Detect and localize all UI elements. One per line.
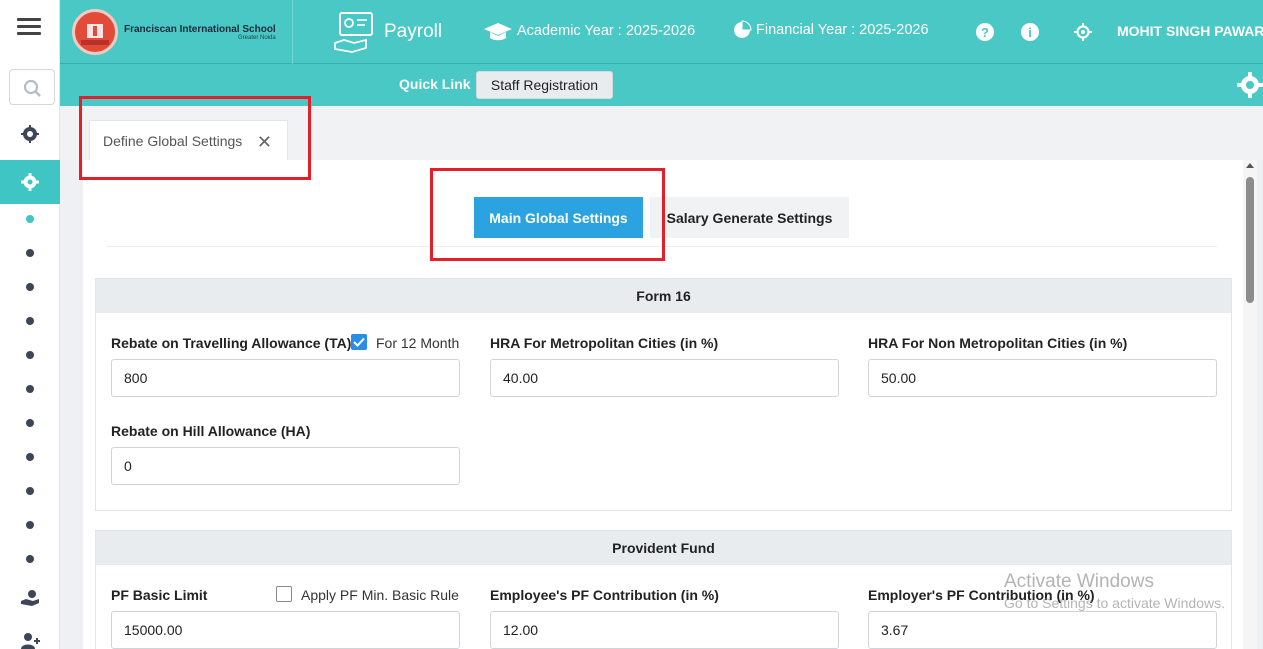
submenu-dot-8[interactable] [26,453,34,461]
school-name: Franciscan International School [124,23,276,35]
submenu-dot-4[interactable] [26,317,34,325]
submenu-dot-9[interactable] [26,487,34,495]
page-tab-strip: Define Global Settings ✕ [60,106,1263,161]
user-menu[interactable]: MOHIT SINGH PAWAR ▾ [1117,23,1263,39]
pf-basic-limit-label: PF Basic Limit [111,587,208,603]
provident-fund-title: Provident Fund [96,531,1231,565]
academic-year[interactable]: Academic Year : 2025-2026 [483,20,695,42]
divider [107,246,1217,247]
ta-12-month-label: For 12 Month [376,335,460,351]
menu-icon[interactable] [17,18,41,38]
sidebar-item-add-user[interactable] [0,624,60,649]
employee-pf-label: Employee's PF Contribution (in %) [490,587,719,603]
help-icon[interactable]: ? [976,23,994,41]
form16-title: Form 16 [96,279,1231,313]
hand-money-icon [21,590,39,606]
settings-gear-icon [21,173,39,191]
hra-nonmetro-label: HRA For Non Metropolitan Cities (in %) [868,335,1128,351]
pf-basic-limit-input[interactable] [111,611,460,649]
sidebar-item-settings[interactable] [0,160,60,204]
tab-define-global-settings[interactable]: Define Global Settings ✕ [89,120,288,161]
settings-subtabs: Main Global Settings Salary Generate Set… [474,197,849,238]
sidebar-item-salary[interactable] [0,582,60,614]
user-name: MOHIT SINGH PAWAR [1117,23,1263,39]
hill-allowance-label: Rebate on Hill Allowance (HA) [111,423,311,439]
module-title[interactable]: Payroll [332,10,442,54]
form16-section: Form 16 Rebate on Travelling Allowance (… [95,278,1232,511]
submenu-dot-3[interactable] [26,283,34,291]
info-icon[interactable]: i [1021,23,1039,41]
staff-registration-button[interactable]: Staff Registration [476,71,613,99]
sidebar-item-dashboard[interactable] [0,118,60,150]
school-location: Greater Noida [238,34,276,41]
hra-metro-label: HRA For Metropolitan Cities (in %) [490,335,719,351]
financial-year-text: Financial Year : 2025-2026 [756,22,929,38]
sidebar-search-button[interactable] [9,69,55,105]
add-user-icon [21,633,40,649]
top-header: Franciscan International School Greater … [60,0,1263,64]
submenu-dot-6[interactable] [26,385,34,393]
left-rail [0,0,60,649]
search-icon [23,79,41,97]
ta-12-month-checkbox[interactable] [351,334,367,350]
employee-pf-input[interactable] [490,611,839,649]
payroll-icon [334,12,373,53]
hra-metro-input[interactable] [490,359,839,397]
page-tab-label: Define Global Settings [103,133,243,149]
quick-settings-icon[interactable] [1236,71,1263,104]
employer-pf-input[interactable] [868,611,1217,649]
pf-min-basic-checkbox[interactable] [276,586,292,602]
activation-watermark-subtitle: Go to Settings to activate Windows. [1004,595,1225,611]
module-name: Payroll [384,21,443,42]
scroll-thumb[interactable] [1246,177,1254,303]
tab-main-global-settings[interactable]: Main Global Settings [474,197,643,238]
ta-rebate-input[interactable] [111,359,460,397]
submenu-dot-1[interactable] [26,215,34,223]
submenu-dot-5[interactable] [26,351,34,359]
hra-nonmetro-input[interactable] [868,359,1217,397]
activation-watermark-title: Activate Windows [1004,571,1154,592]
hill-allowance-input[interactable] [111,447,460,485]
gear-badge-icon [21,125,39,143]
academic-year-text: Academic Year : 2025-2026 [517,23,696,39]
pie-chart-icon [734,20,752,38]
graduation-cap-icon [484,23,512,41]
submenu-dot-7[interactable] [26,419,34,427]
scroll-up-arrow-icon[interactable] [1246,163,1254,168]
close-icon[interactable]: ✕ [257,132,272,153]
checkmark-icon [353,337,365,347]
ta-rebate-label: Rebate on Travelling Allowance (TA) [111,335,352,351]
submenu-dot-11[interactable] [26,555,34,563]
tab-salary-generate-settings[interactable]: Salary Generate Settings [650,197,849,238]
submenu-dot-2[interactable] [26,249,34,257]
content-scrollbar[interactable] [1243,160,1257,649]
financial-year[interactable]: Financial Year : 2025-2026 [732,20,929,40]
pf-min-basic-label: Apply PF Min. Basic Rule [301,587,459,603]
submenu-dot-10[interactable] [26,521,34,529]
header-settings-icon[interactable] [1074,23,1092,46]
quick-link-bar: Quick Link Staff Registration [60,64,1263,106]
quick-link-label: Quick Link [399,76,471,92]
school-logo[interactable]: Franciscan International School Greater … [60,0,293,64]
school-crest-icon [72,9,118,55]
